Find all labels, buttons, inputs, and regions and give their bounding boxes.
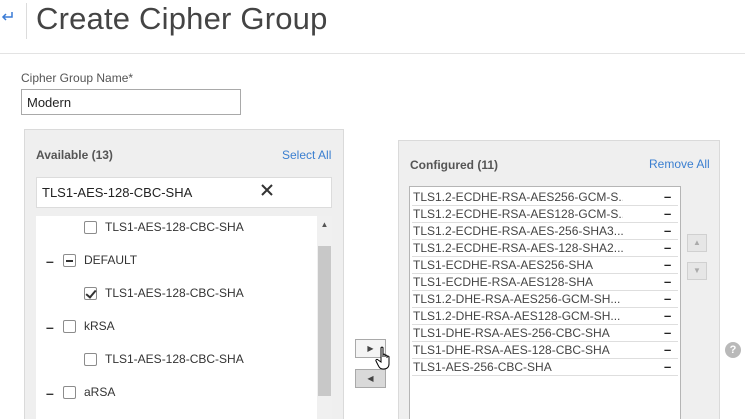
- configured-item-label: TLS1.2-ECDHE-RSA-AES128-GCM-S...: [413, 207, 623, 221]
- configured-item-label: TLS1.2-ECDHE-RSA-AES-128-SHA2...: [413, 241, 623, 255]
- tree-group-row[interactable]: – aRSA: [36, 381, 317, 405]
- triangle-up-icon: ▲: [693, 238, 701, 247]
- remove-item-button[interactable]: –: [664, 359, 671, 374]
- back-arrow-icon[interactable]: [1, 9, 17, 29]
- remove-item-button[interactable]: –: [664, 206, 671, 221]
- configured-item-label: TLS1-DHE-RSA-AES-128-CBC-SHA: [413, 343, 610, 357]
- triangle-right-icon: ▶: [367, 344, 374, 353]
- collapse-toggle[interactable]: –: [46, 253, 54, 269]
- tree-item-row[interactable]: TLS1-AES-128-CBC-SHA: [36, 282, 317, 306]
- tree-group-row[interactable]: – kRSA: [36, 315, 317, 339]
- select-all-link[interactable]: Select All: [282, 148, 331, 162]
- cipher-group-name-input[interactable]: [21, 89, 241, 115]
- scroll-thumb[interactable]: [318, 246, 331, 396]
- cipher-group-name-label: Cipher Group Name*: [21, 71, 134, 85]
- remove-item-button[interactable]: –: [664, 189, 671, 204]
- configured-item-label: TLS1-AES-256-CBC-SHA: [413, 360, 552, 374]
- scroll-up-arrow-icon[interactable]: ▲: [317, 218, 332, 232]
- tree-item-label: aRSA: [84, 385, 116, 399]
- configured-row[interactable]: TLS1-DHE-RSA-AES-256-CBC-SHA –: [412, 325, 678, 342]
- configured-row[interactable]: TLS1.2-ECDHE-RSA-AES256-GCM-S... –: [412, 189, 678, 206]
- configured-item-label: TLS1-ECDHE-RSA-AES128-SHA: [413, 275, 594, 289]
- configured-row[interactable]: TLS1.2-DHE-RSA-AES256-GCM-SH... –: [412, 291, 678, 308]
- tree-checkbox[interactable]: [84, 353, 97, 366]
- remove-item-button[interactable]: –: [664, 342, 671, 357]
- title-separator: [26, 3, 27, 39]
- tree-item-label: TLS1-AES-128-CBC-SHA: [105, 286, 244, 300]
- tree-item-row[interactable]: TLS1-AES-128-CBC-SHA: [36, 216, 317, 240]
- tree-group-row[interactable]: – DEFAULT: [36, 249, 317, 273]
- page-header: Create Cipher Group: [0, 0, 745, 54]
- tree-item-label: TLS1-AES-128-CBC-SHA: [105, 220, 244, 234]
- configured-row[interactable]: TLS1-AES-256-CBC-SHA –: [412, 359, 678, 376]
- available-search: [36, 177, 332, 208]
- remove-item-button[interactable]: –: [664, 308, 671, 323]
- hand-cursor-icon: [375, 346, 390, 370]
- tree-item-label: TLS1-AES-128-CBC-SHA: [105, 352, 244, 366]
- configured-item-label: TLS1-ECDHE-RSA-AES256-SHA: [413, 258, 594, 272]
- available-search-input[interactable]: [37, 178, 257, 207]
- move-up-button[interactable]: ▲: [687, 234, 707, 252]
- configured-row[interactable]: TLS1-ECDHE-RSA-AES256-SHA –: [412, 257, 678, 274]
- tree-item-label: kRSA: [84, 319, 115, 333]
- configured-row[interactable]: TLS1.2-ECDHE-RSA-AES-256-SHA3... –: [412, 223, 678, 240]
- configured-list: TLS1.2-ECDHE-RSA-AES256-GCM-S... – TLS1.2-…: [409, 186, 681, 419]
- available-scrollbar[interactable]: ▲: [317, 216, 332, 419]
- configured-item-label: TLS1.2-ECDHE-RSA-AES-256-SHA3...: [413, 224, 623, 238]
- remove-item-button[interactable]: –: [664, 223, 671, 238]
- tree-checkbox[interactable]: [84, 287, 97, 300]
- remove-item-button[interactable]: –: [664, 274, 671, 289]
- configured-item-label: TLS1.2-ECDHE-RSA-AES256-GCM-S...: [413, 190, 623, 204]
- available-title: Available (13): [36, 148, 113, 162]
- help-icon[interactable]: ?: [725, 342, 741, 358]
- configured-row[interactable]: TLS1-ECDHE-RSA-AES128-SHA –: [412, 274, 678, 291]
- tree-checkbox[interactable]: [63, 386, 76, 399]
- move-down-button[interactable]: ▼: [687, 262, 707, 280]
- available-panel: Available (13) Select All TLS1-AES-128-C…: [24, 129, 344, 419]
- collapse-toggle[interactable]: –: [46, 385, 54, 401]
- close-icon[interactable]: [258, 183, 276, 201]
- tree-checkbox[interactable]: [63, 254, 76, 267]
- remove-item-button[interactable]: –: [664, 325, 671, 340]
- configured-row[interactable]: TLS1.2-ECDHE-RSA-AES128-GCM-S... –: [412, 206, 678, 223]
- remove-item-button[interactable]: –: [664, 240, 671, 255]
- configured-item-label: TLS1-DHE-RSA-AES-256-CBC-SHA: [413, 326, 610, 340]
- remove-all-link[interactable]: Remove All: [649, 157, 710, 171]
- configured-row[interactable]: TLS1-DHE-RSA-AES-128-CBC-SHA –: [412, 342, 678, 359]
- tree-checkbox[interactable]: [63, 320, 76, 333]
- triangle-left-icon: ◀: [367, 374, 374, 383]
- tree-checkbox[interactable]: [84, 221, 97, 234]
- available-tree: TLS1-AES-128-CBC-SHA – DEFAULT TLS1-AES-128…: [36, 216, 317, 419]
- page-title: Create Cipher Group: [36, 1, 328, 36]
- tree-item-label: DEFAULT: [84, 253, 138, 267]
- configured-row[interactable]: TLS1.2-ECDHE-RSA-AES-128-SHA2... –: [412, 240, 678, 257]
- configured-row[interactable]: TLS1.2-DHE-RSA-AES128-GCM-SH... –: [412, 308, 678, 325]
- collapse-toggle[interactable]: –: [46, 319, 54, 335]
- tree-item-row[interactable]: [36, 414, 317, 419]
- configured-item-label: TLS1.2-DHE-RSA-AES256-GCM-SH...: [413, 292, 621, 306]
- remove-item-button[interactable]: –: [664, 291, 671, 306]
- configured-panel: Configured (11) Remove All TLS1.2-ECDHE-…: [398, 140, 720, 419]
- remove-item-button[interactable]: –: [664, 257, 671, 272]
- configured-title: Configured (11): [410, 158, 499, 172]
- configured-item-label: TLS1.2-DHE-RSA-AES128-GCM-SH...: [413, 309, 621, 323]
- triangle-down-icon: ▼: [693, 266, 701, 275]
- tree-item-row[interactable]: TLS1-AES-128-CBC-SHA: [36, 348, 317, 372]
